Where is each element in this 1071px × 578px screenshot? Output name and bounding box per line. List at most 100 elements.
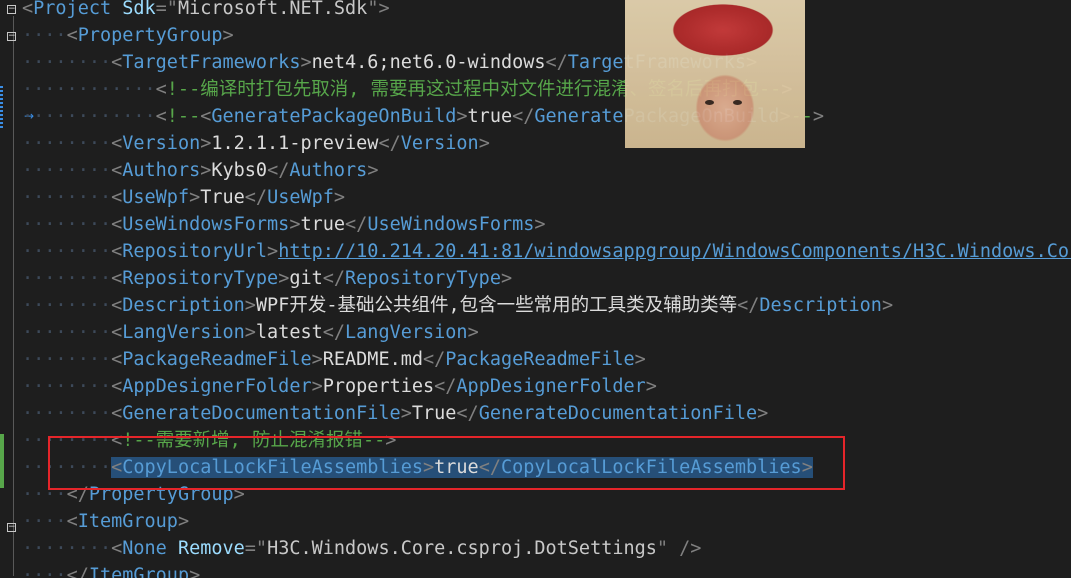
delimiter: < <box>111 403 123 424</box>
code-line[interactable]: <Project Sdk="Microsoft.NET.Sdk"> <box>22 0 390 22</box>
whitespace-marker: ···· <box>22 25 67 46</box>
delimiter: > <box>500 268 513 289</box>
delimiter: < <box>111 160 123 181</box>
fold-guide <box>13 16 14 576</box>
delimiter: </ <box>378 133 401 154</box>
tag-name: RepositoryType <box>345 268 501 289</box>
code-line[interactable]: ········<PackageReadmeFile>README.md</Pa… <box>22 346 646 373</box>
element-text: true <box>467 106 513 127</box>
line-content: <ItemGroup> <box>67 511 190 532</box>
collapse-itemgroup-icon[interactable]: − <box>7 523 16 532</box>
code-line[interactable]: ········<AppDesignerFolder>Properties</A… <box>22 373 657 400</box>
whitespace-marker: ········ <box>22 241 112 262</box>
tag-name: RepositoryUrl <box>122 241 268 262</box>
element-text <box>111 0 122 19</box>
delimiter: </ <box>322 322 346 343</box>
delimiter: < <box>111 268 123 289</box>
line-content: <RepositoryUrl>http://10.214.20.41:81/wi… <box>111 241 1071 262</box>
delimiter: > <box>812 106 824 127</box>
delimiter: < <box>155 79 167 100</box>
gutter[interactable]: − − − <box>0 0 22 578</box>
delimiter: </ <box>345 214 368 235</box>
delimiter: < <box>111 214 123 235</box>
tag-name: UseWpf <box>267 187 334 208</box>
line-content: <PackageReadmeFile>README.md</PackageRea… <box>111 349 646 370</box>
tag-name: Version <box>122 133 201 154</box>
delimiter: "> <box>367 0 390 19</box>
delimiter: < <box>111 295 123 316</box>
url-link[interactable]: http://10.214.20.41:81/windowsappgroup/W… <box>278 241 1071 262</box>
photo-eye <box>705 100 714 105</box>
whitespace-marker: ········ <box>22 214 112 235</box>
delimiter: </ <box>267 160 290 181</box>
delimiter: > <box>200 160 212 181</box>
tag-name: Description <box>759 295 882 316</box>
code-line[interactable]: ····<ItemGroup> <box>22 508 189 535</box>
delimiter: < <box>111 52 123 73</box>
tag-name: UseWindowsForms <box>122 214 290 235</box>
code-editor[interactable]: − − − → <Project Sdk="Microsoft.NET.Sdk"… <box>0 0 1071 578</box>
collapse-project-icon[interactable]: − <box>7 5 16 14</box>
attribute-value: Microsoft.NET.Sdk <box>177 0 368 19</box>
delimiter: > <box>244 295 256 316</box>
whitespace-marker: ········ <box>22 322 112 343</box>
collapse-propertygroup-icon[interactable]: − <box>7 32 16 41</box>
tag-name: Authors <box>122 160 201 181</box>
code-line[interactable]: ········<UseWpf>True</UseWpf> <box>22 184 345 211</box>
tag-name: LangVersion <box>345 322 468 343</box>
code-line[interactable]: ········<GenerateDocumentationFile>True<… <box>22 400 768 427</box>
element-text: Kybs0 <box>211 160 268 181</box>
change-marker-saved <box>0 434 4 488</box>
element-text: net4.6;net6.0-windows <box>311 52 546 73</box>
delimiter: > <box>367 160 379 181</box>
code-line[interactable]: ····<PropertyGroup> <box>22 22 234 49</box>
line-content: <UseWpf>True</UseWpf> <box>111 187 345 208</box>
tag-name: ItemGroup <box>77 511 178 532</box>
code-line[interactable]: ········<RepositoryUrl>http://10.214.20.… <box>22 238 1071 265</box>
tag-name: GeneratePackageOnBuild <box>211 106 457 127</box>
line-content: <GenerateDocumentationFile>True</Generat… <box>111 403 768 424</box>
delimiter: < <box>155 106 167 127</box>
element-text: WPF开发-基础公共组件,包含一些常用的工具类及辅助类等 <box>255 295 738 316</box>
element-text: True <box>200 187 245 208</box>
delimiter: =" <box>155 0 178 19</box>
code-line[interactable]: ········< Description >WPF开发-基础公共组件,包含一些常用… <box>22 292 893 319</box>
whitespace-marker: ···· <box>22 565 67 578</box>
element-text: README.md <box>322 349 423 370</box>
delimiter: < <box>22 0 34 19</box>
code-line[interactable]: ········<Authors>Kybs0</Authors> <box>22 157 378 184</box>
code-line[interactable]: ····</ItemGroup> <box>22 562 200 578</box>
tag-name: Project <box>33 0 112 19</box>
line-content: <PropertyGroup> <box>67 25 234 46</box>
baby-photo-overlay <box>625 0 805 148</box>
code-line[interactable]: ········<UseWindowsForms>true</UseWindow… <box>22 211 546 238</box>
delimiter: </ <box>737 295 760 316</box>
delimiter: </ <box>322 268 346 289</box>
whitespace-marker: ········ <box>22 133 112 154</box>
delimiter: > <box>267 241 279 262</box>
line-content: <None Remove="H3C.Windows.Core.csproj.Do… <box>111 538 701 559</box>
whitespace-marker: ········ <box>22 403 112 424</box>
delimiter: </ <box>545 52 568 73</box>
delimiter: > <box>300 52 312 73</box>
code-line[interactable]: ········<LangVersion>latest</LangVersion… <box>22 319 479 346</box>
tag-name: GenerateDocumentationFile <box>122 403 401 424</box>
delimiter: < <box>66 25 78 46</box>
delimiter: < <box>111 349 123 370</box>
code-line[interactable]: ········<RepositoryType>git</RepositoryT… <box>22 265 512 292</box>
whitespace-marker: ········ <box>22 349 112 370</box>
tag-name: AppDesignerFolder <box>122 376 312 397</box>
tag-name: UseWpf <box>122 187 190 208</box>
delimiter: > <box>467 322 479 343</box>
delimiter: </ <box>456 403 479 424</box>
line-content: <Project Sdk="Microsoft.NET.Sdk"> <box>22 0 390 19</box>
element-text <box>668 538 679 559</box>
delimiter: < <box>111 241 123 262</box>
element-text: git <box>289 268 323 289</box>
code-line[interactable]: ········<None Remove="H3C.Windows.Core.c… <box>22 535 701 562</box>
line-content: <Version>1.2.1.1-preview</Version> <box>111 133 490 154</box>
whitespace-marker: ········ <box>22 295 112 316</box>
delimiter: > <box>311 376 323 397</box>
code-line[interactable]: ········<Version>1.2.1.1-preview</Versio… <box>22 130 490 157</box>
delimiter: > <box>757 403 769 424</box>
